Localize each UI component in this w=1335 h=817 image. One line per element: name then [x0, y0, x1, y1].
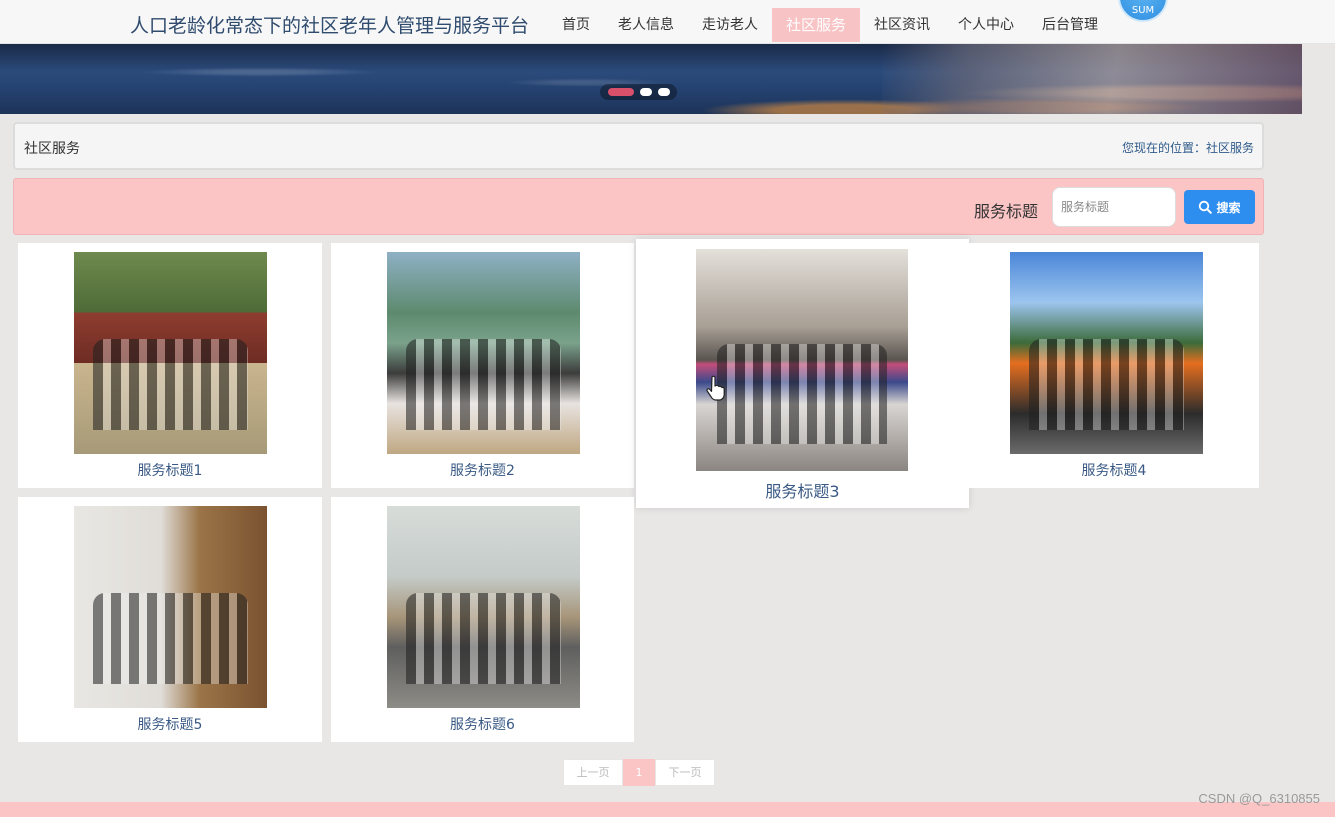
breadcrumb-location: 您现在的位置： 社区服务 [1122, 139, 1254, 156]
carousel-dot-2[interactable] [639, 88, 652, 96]
avatar-text: SUM [1131, 5, 1155, 16]
carousel-dot-3[interactable] [657, 88, 670, 96]
top-navbar: 人口老龄化常态下的社区老年人管理与服务平台 首页 老人信息 走访老人 社区服务 … [0, 0, 1335, 44]
main-nav: 首页 老人信息 走访老人 社区服务 社区资讯 个人中心 后台管理 [548, 8, 1112, 42]
service-title[interactable]: 服务标题3 [636, 478, 969, 502]
service-card[interactable]: 服务标题1 [18, 243, 322, 488]
search-button-label: 搜索 [1216, 200, 1241, 215]
nav-item-community-service[interactable]: 社区服务 [772, 8, 861, 42]
breadcrumb-current-link[interactable]: 社区服务 [1206, 139, 1254, 156]
nav-item-visit-elders[interactable]: 走访老人 [688, 8, 772, 42]
nav-item-community-news[interactable]: 社区资讯 [860, 8, 944, 42]
service-card[interactable]: 服务标题6 [331, 497, 634, 742]
search-icon [1199, 200, 1213, 214]
search-bar: 服务标题 搜索 [13, 178, 1264, 235]
service-title[interactable]: 服务标题2 [331, 460, 634, 480]
next-page-button[interactable]: 下一页 [655, 759, 715, 786]
service-image[interactable] [1010, 252, 1203, 454]
service-card[interactable]: 服务标题3 [636, 239, 969, 508]
watermark: CSDN @Q_6310855 [1198, 791, 1320, 806]
service-card[interactable]: 服务标题5 [18, 497, 322, 742]
page-title: 社区服务 [24, 141, 80, 157]
carousel-indicators [600, 84, 677, 100]
service-title[interactable]: 服务标题6 [331, 714, 634, 734]
hand-cursor-icon [706, 375, 725, 401]
service-image[interactable] [74, 506, 267, 708]
service-card[interactable]: 服务标题4 [969, 243, 1259, 488]
service-card[interactable]: 服务标题2 [331, 243, 634, 488]
nav-item-home[interactable]: 首页 [548, 8, 604, 42]
avatar[interactable]: SUM [1118, 0, 1168, 22]
banner-carousel [0, 44, 1302, 114]
service-title[interactable]: 服务标题5 [18, 714, 322, 734]
carousel-dot-1[interactable] [607, 88, 634, 96]
search-button[interactable]: 搜索 [1184, 190, 1255, 224]
service-image[interactable] [387, 252, 580, 454]
service-image[interactable] [387, 506, 580, 708]
pagination: 上一页 1 下一页 [563, 759, 715, 786]
service-image[interactable] [696, 249, 908, 471]
service-title[interactable]: 服务标题4 [969, 460, 1259, 480]
service-image[interactable] [74, 252, 267, 454]
search-label: 服务标题 [974, 202, 1039, 221]
prev-page-button[interactable]: 上一页 [563, 759, 623, 786]
service-title[interactable]: 服务标题1 [18, 460, 322, 480]
nav-item-admin[interactable]: 后台管理 [1028, 8, 1112, 42]
search-input[interactable] [1052, 187, 1176, 227]
nav-item-personal-center[interactable]: 个人中心 [944, 8, 1028, 42]
banner-image-shore [882, 44, 1302, 114]
breadcrumb-prefix: 您现在的位置： [1121, 141, 1206, 155]
site-title[interactable]: 人口老龄化常态下的社区老年人管理与服务平台 [130, 11, 529, 38]
footer-strip [0, 802, 1335, 817]
nav-item-elder-info[interactable]: 老人信息 [604, 8, 688, 42]
page-number-button[interactable]: 1 [623, 759, 655, 786]
breadcrumb: 社区服务 您现在的位置： 社区服务 [13, 122, 1264, 170]
